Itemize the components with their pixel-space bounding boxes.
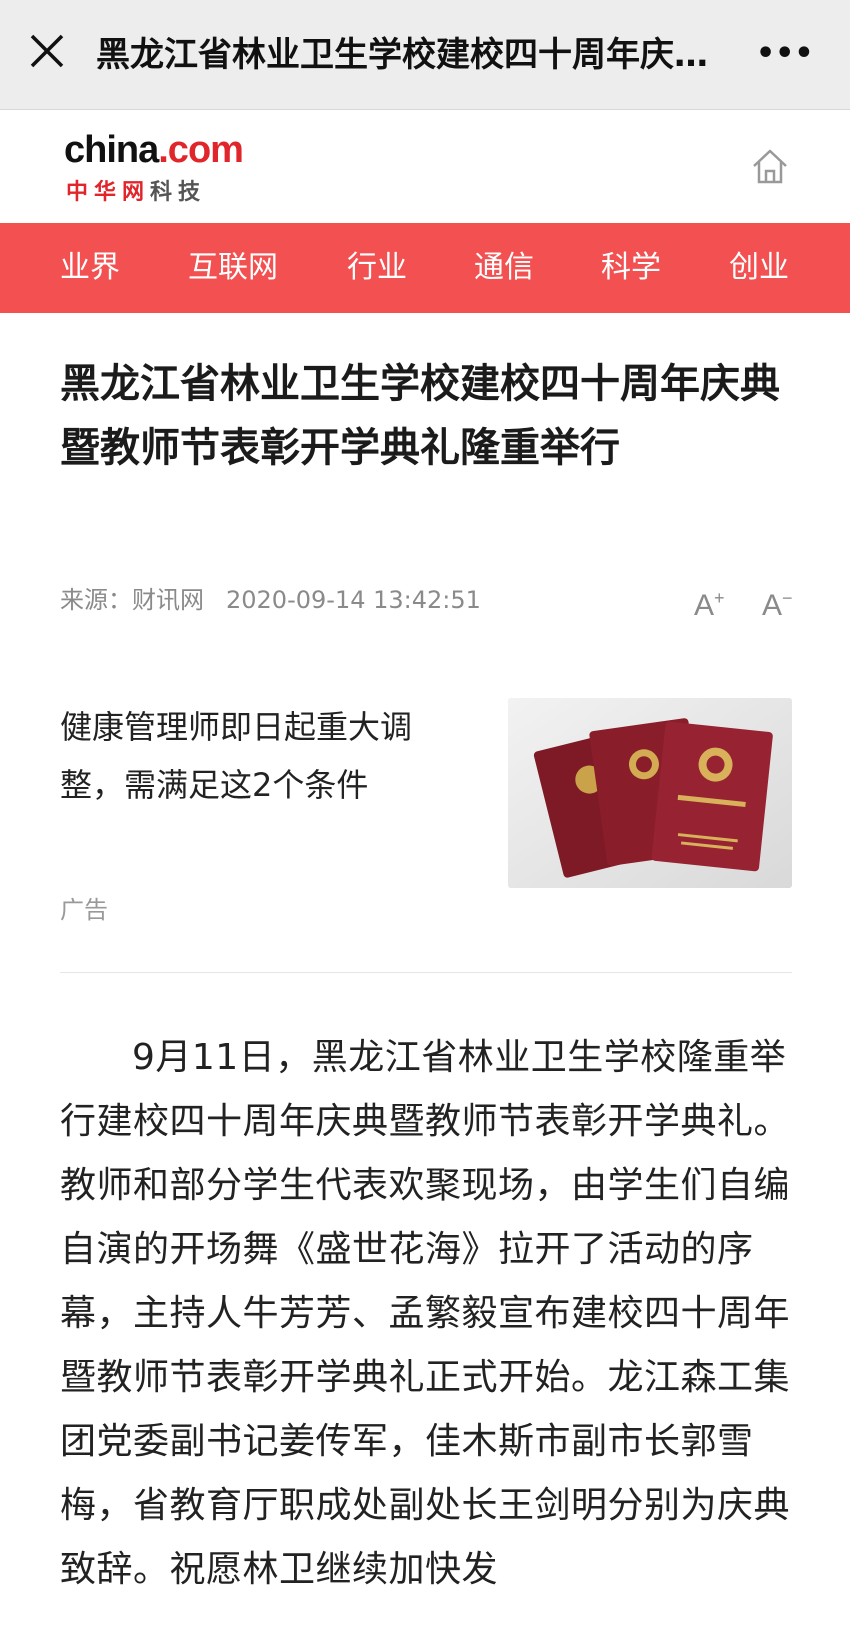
page-title: 黑龙江省林业卫生学校建校四十周年庆典暨教师节表彰开学典礼隆重举行 [96,35,736,75]
font-increase-button[interactable]: A+ [694,578,725,622]
article-source: 来源：财讯网 [60,586,204,614]
ad-title[interactable]: 健康管理师即日起重大调整，需满足这2个条件 [60,698,460,814]
category-nav: 业界 互联网 行业 通信 科学 创业 [0,223,850,313]
article-headline: 黑龙江省林业卫生学校建校四十周年庆典暨教师节表彰开学典礼隆重举行 [60,361,780,471]
article-datetime: 2020-09-14 13:42:51 [226,586,481,614]
ad-card[interactable]: 健康管理师即日起重大调整，需满足这2个条件 广告 [60,698,792,938]
home-icon[interactable] [750,146,790,186]
logo-text-zhonghuawang: 中华网 [66,180,151,205]
close-icon[interactable] [26,30,70,74]
divider [60,972,792,973]
font-decrease-button[interactable]: A− [762,578,793,622]
logo-text-china: china [64,129,159,171]
article-meta: 来源：财讯网 2020-09-14 13:42:51 [60,580,481,620]
article-paragraph: 9月11日，黑龙江省林业卫生学校隆重举行建校四十周年庆典暨教师节表彰开学典礼。教… [60,1037,791,1590]
ad-image-certificates[interactable] [508,698,792,888]
nav-item-tongxin[interactable]: 通信 [474,223,534,313]
logo-text-keji: 科技 [150,180,207,205]
ad-label: 广告 [60,896,108,924]
nav-item-kexue[interactable]: 科学 [601,223,661,313]
nav-item-yejie[interactable]: 业界 [60,223,120,313]
more-options-button[interactable]: ••• [756,34,814,74]
site-header: china.com 中华网科技 [0,110,850,223]
font-increase-label: A [694,589,715,622]
browser-top-bar: 黑龙江省林业卫生学校建校四十周年庆典暨教师节表彰开学典礼隆重举行 ••• [0,0,850,110]
site-logo[interactable]: china.com 中华网科技 [64,128,254,218]
font-decrease-label: A [762,589,783,622]
nav-item-hulianwang[interactable]: 互联网 [188,223,278,313]
logo-text-com: .com [158,129,244,171]
nav-item-chuangye[interactable]: 创业 [729,223,789,313]
nav-item-hangye[interactable]: 行业 [347,223,407,313]
article-body: 9月11日，黑龙江省林业卫生学校隆重举行建校四十周年庆典暨教师节表彰开学典礼。教… [60,1026,800,1645]
